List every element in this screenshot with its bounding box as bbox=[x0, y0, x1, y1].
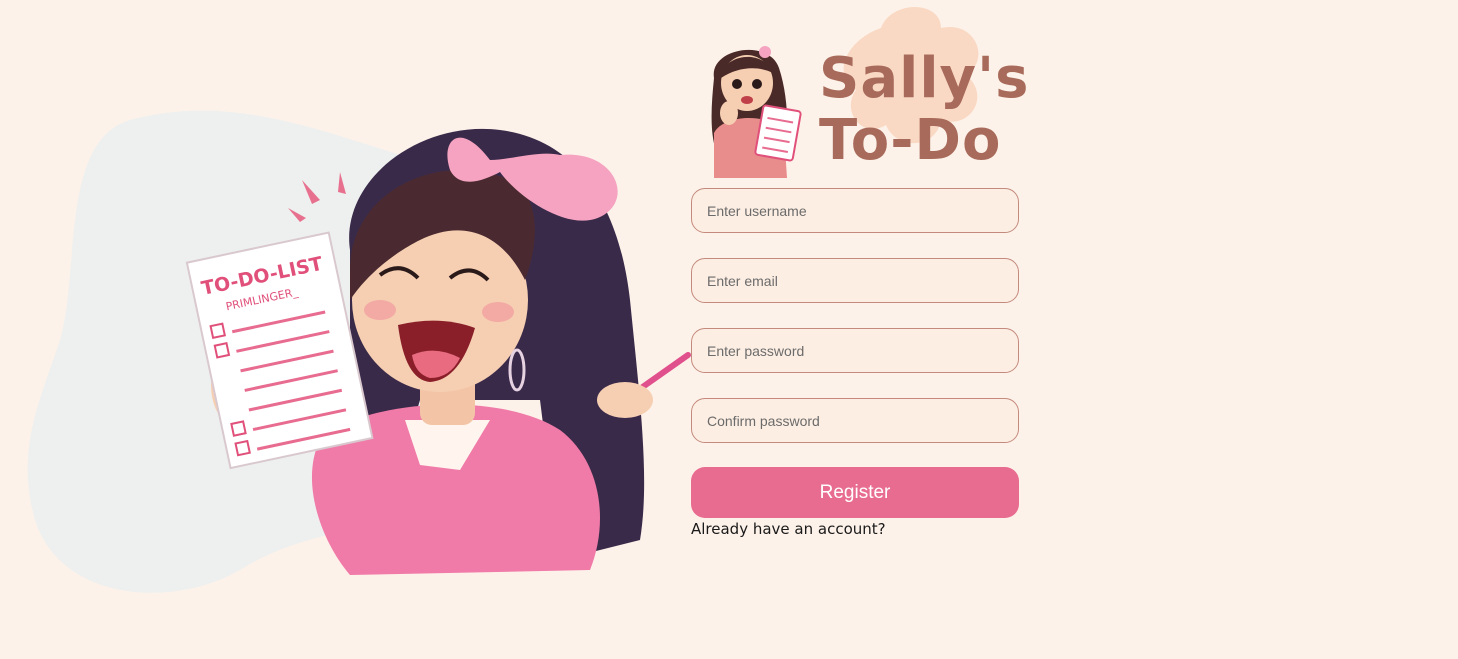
mascot-avatar bbox=[711, 46, 802, 178]
right-hand bbox=[597, 382, 653, 418]
register-form: Register Already have an account? bbox=[691, 188, 1019, 538]
brand-header: Sally's To-Do bbox=[691, 0, 1029, 185]
hero-illustration: TO-DO-LIST PRIMLINGER_ bbox=[27, 110, 691, 593]
app-title-line1: Sally's bbox=[819, 46, 1030, 111]
cheek-left bbox=[364, 300, 396, 320]
register-button[interactable]: Register bbox=[691, 467, 1019, 518]
password-input[interactable] bbox=[691, 328, 1019, 373]
register-page: TO-DO-LIST PRIMLINGER_ Sally's To-Do Ent… bbox=[0, 0, 1458, 659]
app-title-line2: To-Do bbox=[819, 108, 1002, 173]
confirm-password-input[interactable] bbox=[691, 398, 1019, 443]
cheek-right bbox=[482, 302, 514, 322]
email-input[interactable] bbox=[691, 258, 1019, 303]
username-input[interactable] bbox=[691, 188, 1019, 233]
app-title: Sally's To-Do bbox=[819, 48, 1030, 172]
login-link[interactable]: Already have an account? bbox=[691, 520, 1019, 538]
